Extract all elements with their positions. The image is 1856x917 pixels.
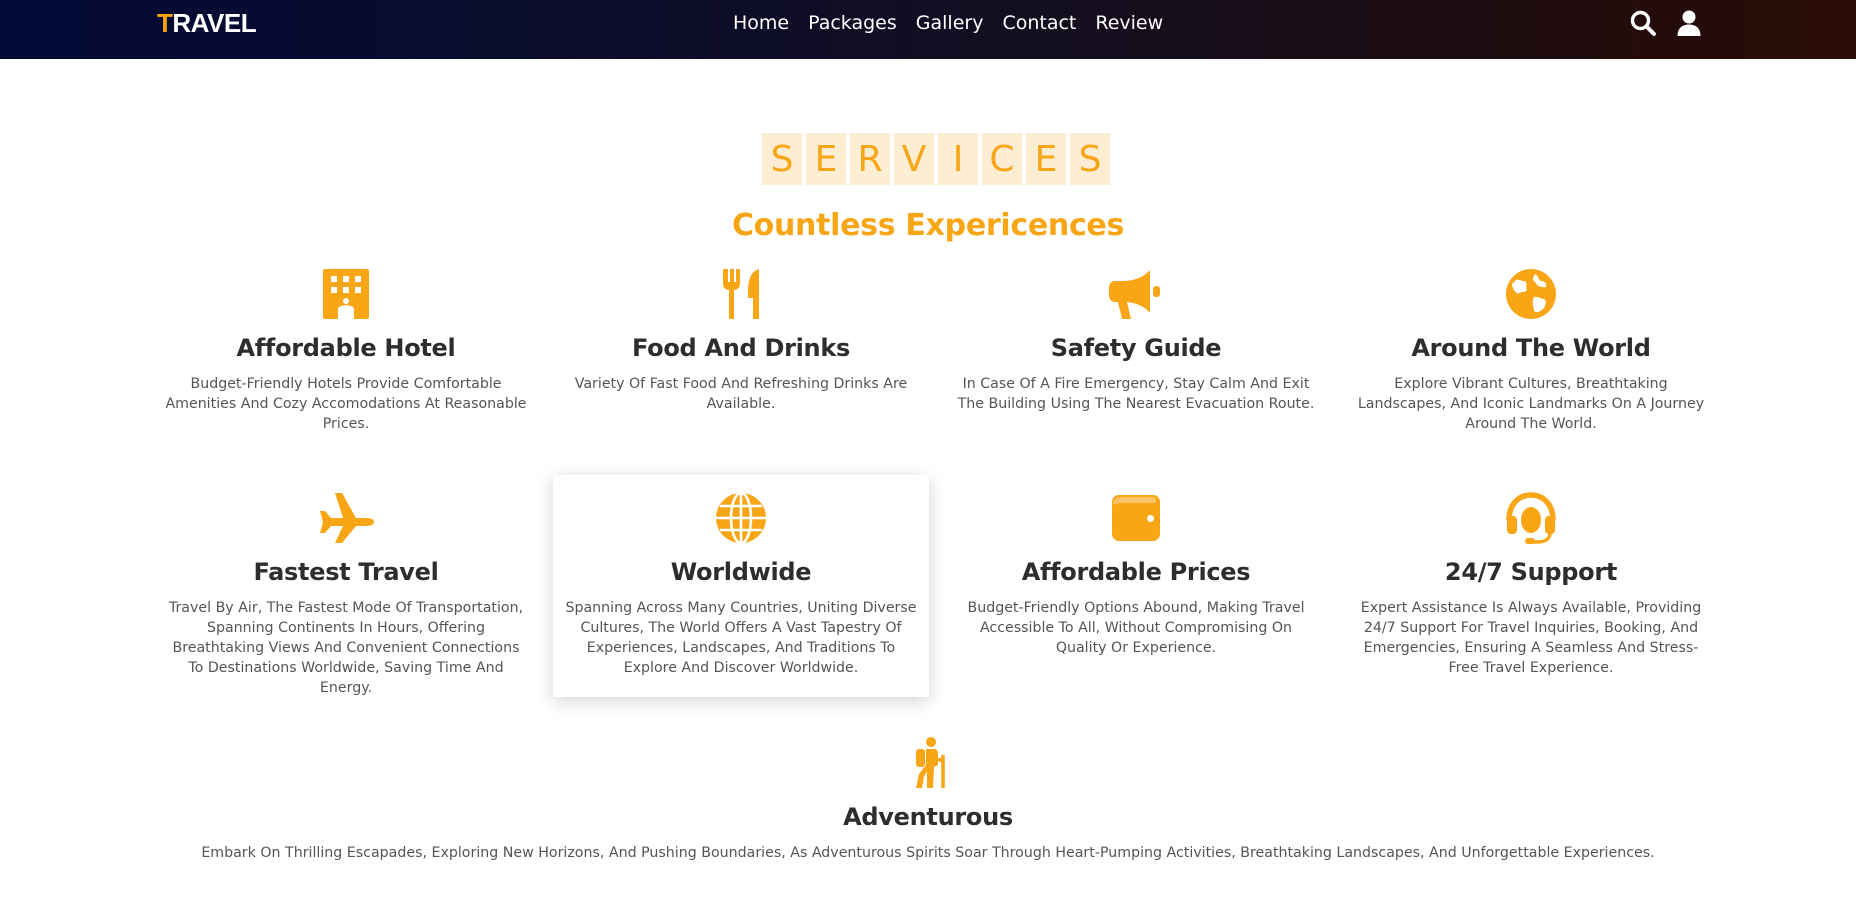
service-description: Explore Vibrant Cultures, Breathtaking L… — [1357, 376, 1705, 432]
service-card-affordable-hotel[interactable]: Affordable Hotel Budget-Friendly Hotels … — [158, 268, 534, 434]
bullhorn-icon — [1108, 268, 1164, 320]
service-title: Food And Drinks — [632, 334, 850, 362]
service-description: In Case Of A Fire Emergency, Stay Calm A… — [957, 376, 1315, 412]
service-title: 24/7 Support — [1444, 558, 1618, 586]
service-card-24-7-support[interactable]: 24/7 Support Expert Assistance Is Always… — [1343, 492, 1719, 678]
brand-logo[interactable]: TRAVEL — [157, 8, 257, 38]
service-description: Expert Assistance Is Always Available, P… — [1360, 600, 1702, 676]
service-description: Embark On Thrilling Escapades, Exploring… — [201, 845, 1655, 861]
main-nav: Home Packages Gallery Contact Review — [733, 10, 1163, 36]
service-title: Fastest Travel — [253, 558, 439, 586]
service-title: Affordable Hotel — [236, 334, 456, 362]
heading-letter-tile: I — [938, 133, 978, 185]
logo-first-letter: T — [157, 8, 173, 38]
nav-home-link[interactable]: Home — [733, 10, 789, 36]
heading-letter-tile: E — [1026, 133, 1066, 185]
search-icon[interactable] — [1629, 9, 1657, 37]
section-subtitle: Countless Expericences — [731, 208, 1125, 243]
user-icon[interactable] — [1675, 9, 1703, 37]
nav-packages-link[interactable]: Packages — [808, 10, 897, 36]
service-title: Worldwide — [670, 558, 812, 586]
plane-icon — [318, 492, 374, 544]
hiker-icon — [900, 737, 956, 789]
service-card-affordable-prices[interactable]: Affordable Prices Budget-Friendly Option… — [948, 492, 1324, 658]
nav-contact-link[interactable]: Contact — [1002, 10, 1076, 36]
service-title: Affordable Prices — [1021, 558, 1251, 586]
services-heading: S E R V I C E S — [762, 133, 1110, 185]
logo-rest: RAVEL — [172, 8, 257, 38]
service-card-food-and-drinks[interactable]: Food And Drinks Variety Of Fast Food And… — [553, 268, 929, 414]
service-card-safety-guide[interactable]: Safety Guide In Case Of A Fire Emergency… — [948, 268, 1324, 414]
service-description: Spanning Across Many Countries, Uniting … — [565, 600, 917, 676]
wallet-icon — [1108, 492, 1164, 544]
top-navbar: TRAVEL Home Packages Gallery Contact Rev… — [0, 0, 1856, 59]
heading-letter-tile: S — [762, 133, 802, 185]
service-card-around-the-world[interactable]: Around The World Explore Vibrant Culture… — [1343, 268, 1719, 434]
heading-letter-tile: C — [982, 133, 1022, 185]
globe-icon — [713, 492, 769, 544]
earth-icon — [1503, 268, 1559, 320]
service-card-fastest-travel[interactable]: Fastest Travel Travel By Air, The Fastes… — [158, 492, 534, 698]
service-card-adventurous[interactable]: Adventurous Embark On Thrilling Escapade… — [0, 737, 1856, 863]
heading-letter-tile: V — [894, 133, 934, 185]
utensils-icon — [713, 268, 769, 320]
service-title: Adventurous — [843, 803, 1013, 831]
hotel-icon — [318, 268, 374, 320]
heading-letter-tile: E — [806, 133, 846, 185]
service-card-worldwide[interactable]: Worldwide Spanning Across Many Countries… — [553, 475, 929, 697]
nav-review-link[interactable]: Review — [1095, 10, 1163, 36]
headset-icon — [1503, 492, 1559, 544]
heading-letter-tile: S — [1070, 133, 1110, 185]
service-description: Travel By Air, The Fastest Mode Of Trans… — [168, 600, 524, 696]
service-description: Budget-Friendly Options Abound, Making T… — [967, 600, 1305, 656]
service-description: Variety Of Fast Food And Refreshing Drin… — [574, 376, 908, 412]
service-title: Around The World — [1411, 334, 1651, 362]
service-description: Budget-Friendly Hotels Provide Comfortab… — [165, 376, 527, 432]
heading-letter-tile: R — [850, 133, 890, 185]
nav-gallery-link[interactable]: Gallery — [916, 10, 984, 36]
service-title: Safety Guide — [1050, 334, 1222, 362]
